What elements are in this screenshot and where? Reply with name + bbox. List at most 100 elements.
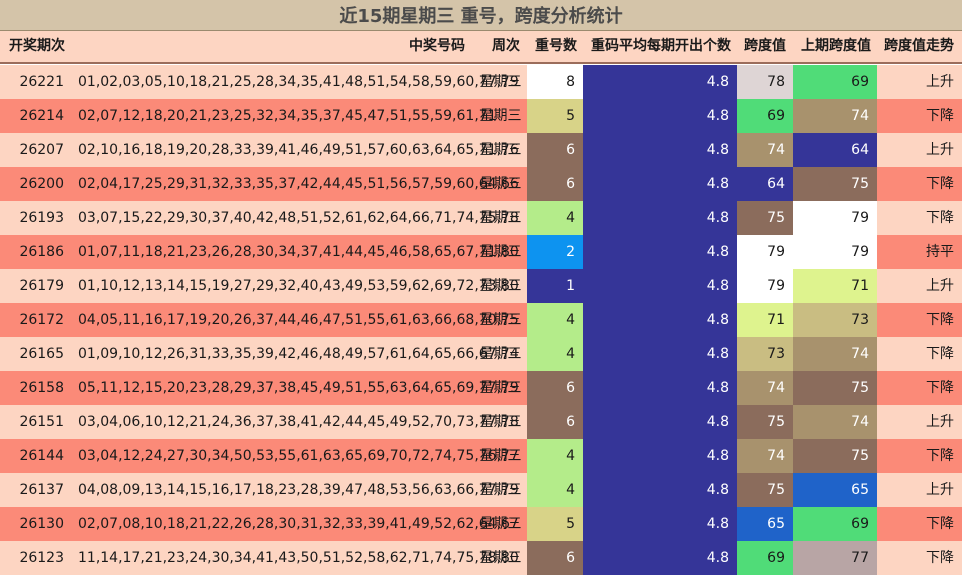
cell-numbers: 02,04,17,25,29,31,32,33,35,37,42,44,45,5…	[78, 176, 519, 192]
table-row: 26172 04,05,11,16,17,19,20,26,37,44,46,47…	[0, 303, 962, 337]
cell-period: 26123	[19, 550, 64, 566]
cell-weekday: 星期三	[479, 312, 522, 328]
table-row: 26179 01,10,12,13,14,15,19,27,29,32,40,43…	[0, 269, 962, 303]
table-row: 26200 02,04,17,25,29,31,32,33,35,37,42,44…	[0, 167, 962, 201]
cell-repeat: 6	[527, 167, 583, 201]
cell-period: 26179	[19, 278, 64, 294]
cell-span: 74	[737, 371, 793, 405]
table-row: 26193 03,07,15,22,29,30,37,40,42,48,51,52…	[0, 201, 962, 235]
cell-repeat: 2	[527, 235, 583, 269]
table-row: 26221 01,02,03,05,10,18,21,25,28,34,35,41…	[0, 65, 962, 99]
cell-weekday: 星期三	[479, 108, 522, 124]
cell-avg: 4.8	[583, 405, 737, 439]
cell-prev-span: 74	[793, 337, 877, 371]
cell-repeat: 4	[527, 337, 583, 371]
cell-period: 26186	[19, 244, 64, 260]
cell-span: 74	[737, 133, 793, 167]
cell-numbers: 02,10,16,18,19,20,28,33,39,41,46,49,51,5…	[78, 142, 519, 158]
table-row: 26151 03,04,06,10,12,21,24,36,37,38,41,42…	[0, 405, 962, 439]
cell-weekday: 星期三	[479, 244, 522, 260]
cell-avg: 4.8	[583, 65, 737, 99]
cell-prev-span: 75	[793, 439, 877, 473]
cell-span: 65	[737, 507, 793, 541]
cell-prev-span: 71	[793, 269, 877, 303]
cell-weekday: 星期三	[479, 278, 522, 294]
cell-repeat: 4	[527, 439, 583, 473]
cell-weekday: 星期三	[479, 176, 522, 192]
table-header-row: 开奖期次 中奖号码 周次 重号数 重码平均每期开出个数 跨度值 上期跨度值 跨度…	[0, 31, 962, 64]
cell-trend: 下降	[926, 550, 954, 566]
cell-prev-span: 69	[793, 507, 877, 541]
stats-table: 近15期星期三 重号，跨度分析统计 开奖期次 中奖号码 周次 重号数 重码平均每…	[0, 0, 962, 576]
cell-avg: 4.8	[583, 541, 737, 575]
cell-prev-span: 69	[793, 65, 877, 99]
table-row: 26186 01,07,11,18,21,23,26,28,30,34,37,41…	[0, 235, 962, 269]
cell-span: 71	[737, 303, 793, 337]
cell-prev-span: 79	[793, 201, 877, 235]
cell-avg: 4.8	[583, 371, 737, 405]
cell-prev-span: 74	[793, 405, 877, 439]
header-avg: 重码平均每期开出个数	[591, 38, 731, 54]
cell-trend: 下降	[926, 448, 954, 464]
cell-period: 26214	[19, 108, 64, 124]
cell-numbers: 11,14,17,21,23,24,30,34,41,43,50,51,52,5…	[78, 550, 519, 566]
cell-numbers: 04,05,11,16,17,19,20,26,37,44,46,47,51,5…	[78, 312, 519, 328]
cell-weekday: 星期三	[479, 448, 522, 464]
cell-weekday: 星期三	[479, 346, 522, 362]
cell-prev-span: 73	[793, 303, 877, 337]
cell-trend: 下降	[926, 108, 954, 124]
cell-trend: 下降	[926, 380, 954, 396]
table-row: 26123 11,14,17,21,23,24,30,34,41,43,50,51…	[0, 541, 962, 575]
cell-avg: 4.8	[583, 99, 737, 133]
cell-avg: 4.8	[583, 269, 737, 303]
cell-avg: 4.8	[583, 439, 737, 473]
table-row: 26130 02,07,08,10,18,21,22,26,28,30,31,32…	[0, 507, 962, 541]
cell-numbers: 02,07,08,10,18,21,22,26,28,30,31,32,33,3…	[78, 516, 519, 532]
cell-numbers: 01,09,10,12,26,31,33,35,39,42,46,48,49,5…	[78, 346, 519, 362]
cell-trend: 下降	[926, 176, 954, 192]
cell-period: 26172	[19, 312, 64, 328]
cell-repeat: 4	[527, 201, 583, 235]
cell-period: 26130	[19, 516, 64, 532]
table-row: 26214 02,07,12,18,20,21,23,25,32,34,35,37…	[0, 99, 962, 133]
cell-span: 78	[737, 65, 793, 99]
cell-prev-span: 65	[793, 473, 877, 507]
cell-trend: 下降	[926, 346, 954, 362]
cell-period: 26158	[19, 380, 64, 396]
table-title: 近15期星期三 重号，跨度分析统计	[0, 0, 962, 31]
header-numbers: 中奖号码	[409, 38, 465, 54]
cell-repeat: 5	[527, 99, 583, 133]
cell-repeat: 4	[527, 303, 583, 337]
cell-numbers: 01,02,03,05,10,18,21,25,28,34,35,41,48,5…	[78, 74, 519, 90]
cell-period: 26144	[19, 448, 64, 464]
cell-avg: 4.8	[583, 303, 737, 337]
table-row: 26144 03,04,12,24,27,30,34,50,53,55,61,63…	[0, 439, 962, 473]
cell-trend: 上升	[926, 142, 954, 158]
cell-span: 69	[737, 99, 793, 133]
table-row: 26137 04,08,09,13,14,15,16,17,18,23,28,39…	[0, 473, 962, 507]
cell-weekday: 星期三	[479, 550, 522, 566]
cell-repeat: 6	[527, 133, 583, 167]
cell-trend: 下降	[926, 312, 954, 328]
header-period: 开奖期次	[9, 38, 65, 54]
cell-repeat: 5	[527, 507, 583, 541]
cell-span: 75	[737, 405, 793, 439]
cell-period: 26193	[19, 210, 64, 226]
cell-trend: 上升	[926, 414, 954, 430]
cell-weekday: 星期三	[479, 414, 522, 430]
cell-period: 26207	[19, 142, 64, 158]
header-span: 跨度值	[744, 38, 786, 54]
cell-avg: 4.8	[583, 133, 737, 167]
header-prev-span: 上期跨度值	[801, 38, 871, 54]
cell-avg: 4.8	[583, 473, 737, 507]
cell-avg: 4.8	[583, 507, 737, 541]
cell-avg: 4.8	[583, 201, 737, 235]
header-weekday: 周次	[492, 38, 520, 54]
cell-trend: 下降	[926, 210, 954, 226]
cell-repeat: 6	[527, 371, 583, 405]
cell-trend: 上升	[926, 278, 954, 294]
cell-avg: 4.8	[583, 235, 737, 269]
cell-prev-span: 77	[793, 541, 877, 575]
cell-repeat: 8	[527, 65, 583, 99]
cell-trend: 上升	[926, 74, 954, 90]
